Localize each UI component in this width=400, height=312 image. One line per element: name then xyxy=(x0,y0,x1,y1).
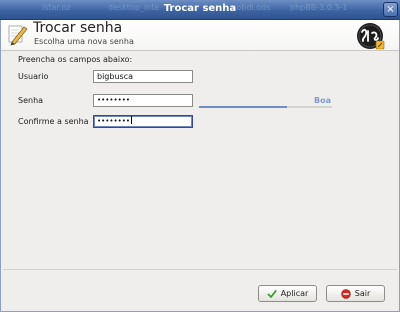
username-label: Usuario xyxy=(18,72,49,81)
confirm-password-value: •••••••• xyxy=(97,117,131,125)
quit-button-label: Sair xyxy=(354,289,371,298)
window-title: Trocar senha xyxy=(163,3,237,14)
password-strength-label: Boa xyxy=(314,96,331,105)
window-titlebar[interactable]: istar.oz desktop_inte cobdi.ods phpBB-3.… xyxy=(0,0,400,20)
stop-icon xyxy=(341,288,351,299)
form-instructions: Preencha os campos abaixo: xyxy=(18,55,133,64)
apply-button-label: Aplicar xyxy=(280,289,309,298)
password-strength-fill xyxy=(199,106,287,108)
password-field[interactable]: •••••••• xyxy=(93,94,193,107)
apply-button[interactable]: Aplicar xyxy=(258,285,317,302)
dialog-window: Trocar senha Escolha uma nova senha Pree… xyxy=(0,20,400,312)
quit-button[interactable]: Sair xyxy=(326,285,385,302)
username-field[interactable]: bigbusca xyxy=(93,70,193,83)
dialog-title: Trocar senha xyxy=(33,20,123,36)
dialog-subtitle: Escolha uma nova senha xyxy=(34,37,134,46)
close-icon[interactable]: × xyxy=(383,2,398,17)
edit-pencil-icon xyxy=(8,25,28,46)
confirm-password-field[interactable]: •••••••• xyxy=(93,115,193,128)
password-strength-meter xyxy=(199,106,332,108)
confirm-password-label: Confirme a senha xyxy=(18,117,89,126)
dialog-header: Trocar senha Escolha uma nova senha xyxy=(1,20,399,51)
big-logo xyxy=(357,23,385,50)
check-icon xyxy=(267,289,277,298)
password-label: Senha xyxy=(18,96,44,105)
button-separator xyxy=(3,269,397,270)
text-caret xyxy=(131,116,133,124)
